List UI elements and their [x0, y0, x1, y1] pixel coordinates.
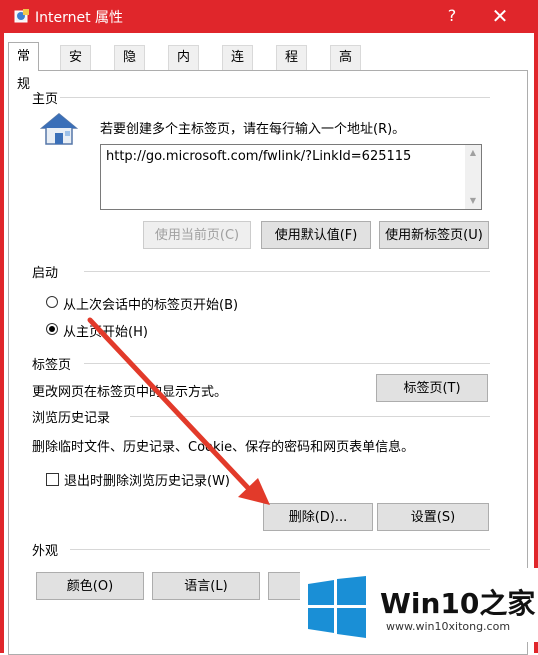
red-arrow-annotation: [87, 317, 270, 505]
watermark-url: www.win10xitong.com: [386, 620, 511, 633]
tab-general[interactable]: 常规: [8, 42, 40, 92]
win10-watermark: Win10之家 www.win10xitong.com: [300, 568, 538, 642]
windows-logo-icon: [308, 576, 366, 638]
watermark-brand: Win10之家: [380, 587, 536, 620]
